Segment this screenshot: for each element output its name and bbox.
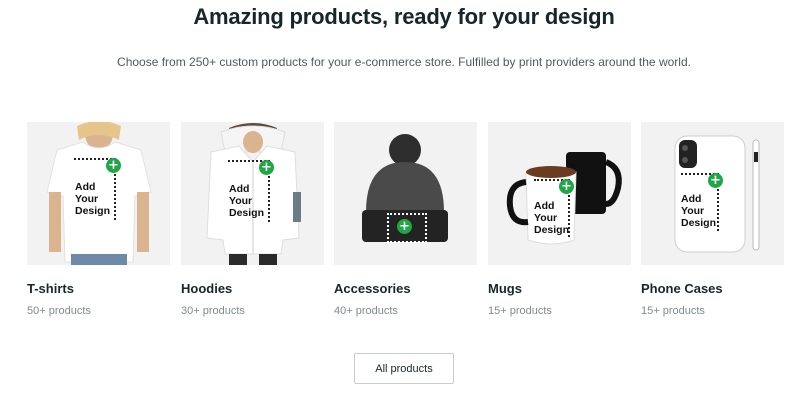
add-design-label: Add Your Design [75,181,111,217]
product-image-mugs[interactable]: + Add Your Design [488,122,631,265]
product-title[interactable]: Mugs [488,281,522,296]
add-design-plus-icon[interactable]: + [708,173,723,188]
product-title[interactable]: T-shirts [27,281,74,296]
product-card-hoodies[interactable]: + Add Your Design Hoodies 30+ products [181,122,324,317]
product-count: 30+ products [181,305,245,317]
add-design-plus-icon[interactable]: + [397,219,412,234]
all-products-button[interactable]: All products [354,353,454,384]
add-design-label: Add Your Design [229,183,265,219]
page-subtitle: Choose from 250+ custom products for you… [117,55,691,69]
add-design-plus-icon[interactable]: + [259,160,274,175]
product-card-mugs[interactable]: + Add Your Design Mugs 15+ products [488,122,631,317]
product-count: 40+ products [334,305,398,317]
product-image-phone-cases[interactable]: + Add Your Design [641,122,784,265]
add-design-label: Add Your Design [681,193,717,229]
add-design-label: Add Your Design [534,200,570,236]
add-design-plus-icon[interactable]: + [559,179,574,194]
product-image-accessories[interactable]: + [334,122,477,265]
page-title: Amazing products, ready for your design [193,4,615,29]
product-card-phone-cases[interactable]: + Add Your Design Phone Cases 15+ produc… [641,122,784,317]
product-title[interactable]: Phone Cases [641,281,723,296]
product-image-hoodies[interactable]: + Add Your Design [181,122,324,265]
product-card-accessories[interactable]: + Accessories 40+ products [334,122,477,317]
add-design-plus-icon[interactable]: + [106,158,121,173]
product-count: 15+ products [641,305,705,317]
product-title[interactable]: Hoodies [181,281,232,296]
product-image-tshirts[interactable]: + Add Your Design [27,122,170,265]
product-count: 50+ products [27,305,91,317]
beanie-illustration [334,122,477,265]
product-count: 15+ products [488,305,552,317]
product-card-tshirts[interactable]: + Add Your Design T-shirts 50+ products [27,122,170,317]
product-title[interactable]: Accessories [334,281,411,296]
